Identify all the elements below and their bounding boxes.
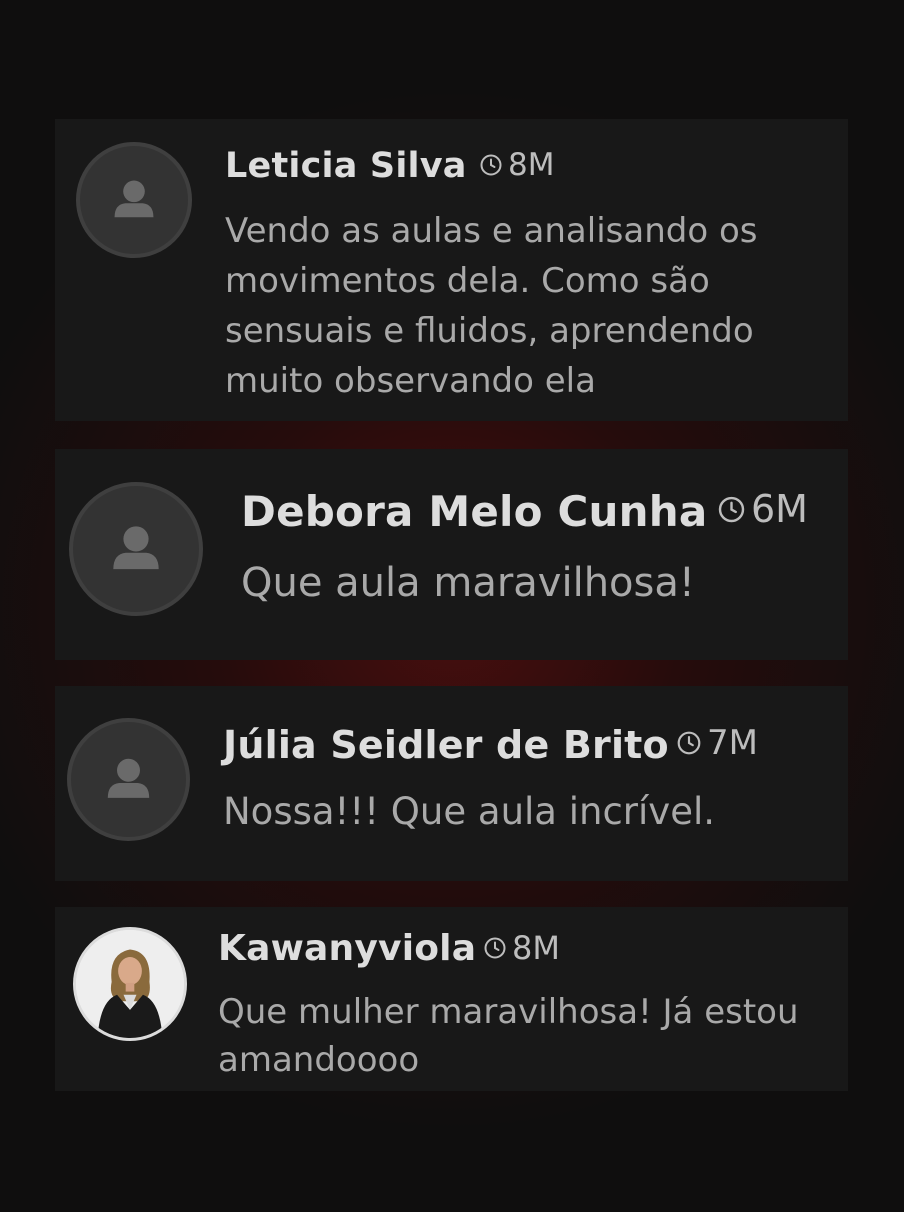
comment-card[interactable]: Leticia Silva 8M Vendo as aulas e analis… [55,119,848,421]
comment-text: Vendo as aulas e analisando os movimento… [225,211,758,401]
timestamp-value: 7M [707,723,758,763]
clock-icon [717,495,746,524]
comment-author[interactable]: Leticia Silva [225,146,467,186]
comments-screen: { "comments": [ { "author": "Leticia Sil… [0,0,904,1212]
default-user-avatar-icon[interactable] [76,142,192,258]
comment-timestamp: 7M [676,723,758,763]
clock-icon [483,936,507,960]
default-user-avatar-icon[interactable] [69,482,203,616]
timestamp-value: 6M [751,487,808,531]
comment-text: Que mulher maravilhosa! Já estou amandoo… [218,992,799,1080]
default-user-avatar-icon[interactable] [67,718,190,841]
comment-card[interactable]: Kawanyviola 8M Que mulher maravilhosa! J… [55,907,848,1091]
user-photo-avatar[interactable] [73,927,187,1041]
comment-timestamp: 8M [483,929,560,967]
comment-timestamp: 8M [479,147,554,183]
comment-timestamp: 6M [717,487,808,531]
clock-icon [479,153,503,177]
comment-author[interactable]: Júlia Seidler de Brito [223,723,669,767]
timestamp-value: 8M [512,929,560,967]
comment-card[interactable]: Júlia Seidler de Brito 7M Nossa!!! Que a… [55,686,848,881]
timestamp-value: 8M [508,147,555,183]
clock-icon [676,730,702,756]
comment-author[interactable]: Kawanyviola [218,928,476,969]
comment-text: Que aula maravilhosa! [241,560,695,606]
comment-card[interactable]: Debora Melo Cunha 6M Que aula maravilhos… [55,449,848,660]
comment-text: Nossa!!! Que aula incrível. [223,790,716,833]
comment-author[interactable]: Debora Melo Cunha [241,487,707,536]
